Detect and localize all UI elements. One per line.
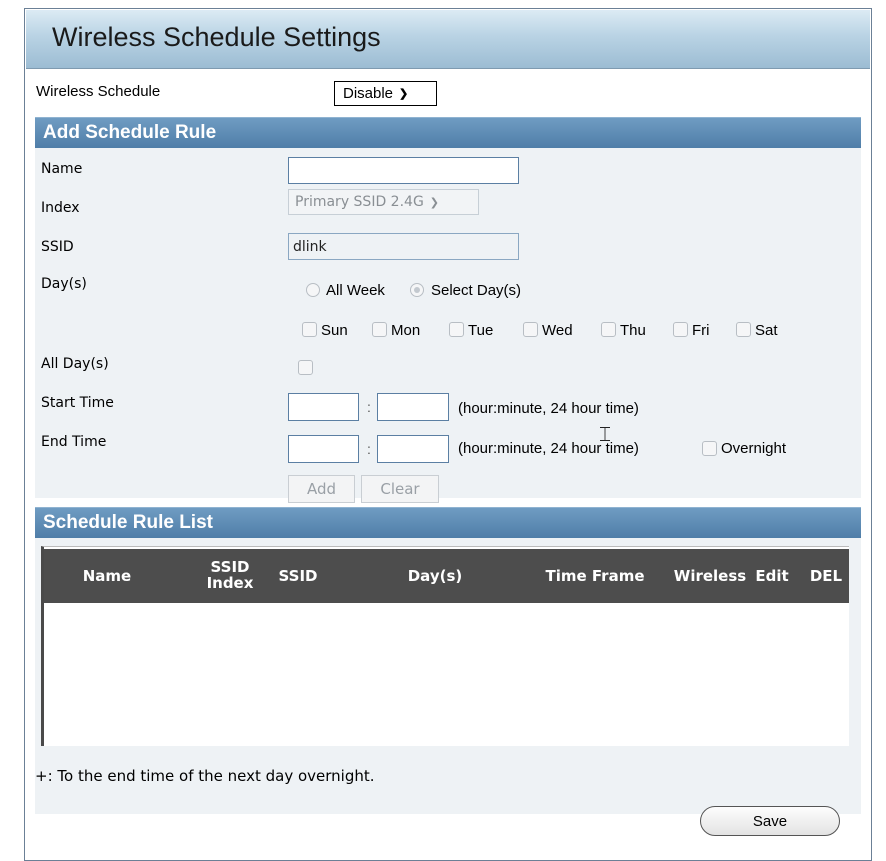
page-header: Wireless Schedule Settings xyxy=(26,10,870,69)
all-days-label: All Day(s) xyxy=(41,356,109,372)
rule-list-title: Schedule Rule List xyxy=(43,512,213,533)
day-wed-checkbox xyxy=(523,322,538,337)
chevron-down-icon: ❯ xyxy=(429,195,440,209)
ssid-label: SSID xyxy=(41,239,74,255)
index-select: Primary SSID 2.4G ❯ xyxy=(288,189,479,215)
end-time-label: End Time xyxy=(41,434,107,450)
day-mon-label: Mon xyxy=(391,322,421,339)
clear-button: Clear xyxy=(361,475,439,503)
col-name: Name xyxy=(82,567,132,585)
overnight-checkbox[interactable] xyxy=(702,441,717,456)
end-time-hint: (hour:minute, 24 hour time) xyxy=(458,440,639,457)
end-hour-input[interactable] xyxy=(288,435,359,463)
col-days: Day(s) xyxy=(407,567,463,585)
name-input[interactable] xyxy=(288,157,519,184)
all-week-radio xyxy=(306,283,320,297)
day-thu-checkbox xyxy=(601,322,616,337)
col-time-frame: Time Frame xyxy=(545,567,645,585)
day-thu-label: Thu xyxy=(620,322,646,339)
rule-table: Name SSID Index SSID Day(s) Time Frame W… xyxy=(41,546,849,746)
schedule-panel: Wireless Schedule Settings Wireless Sche… xyxy=(24,8,872,861)
wireless-schedule-select[interactable]: Disable ❯ xyxy=(334,81,437,106)
select-days-label: Select Day(s) xyxy=(431,282,522,299)
text-cursor-icon: ⌶ xyxy=(599,424,611,446)
day-fri-checkbox xyxy=(673,322,688,337)
end-minute-input[interactable] xyxy=(377,435,449,463)
all-days-checkbox xyxy=(298,360,313,375)
col-wireless: Wireless xyxy=(673,567,747,585)
add-rule-title: Add Schedule Rule xyxy=(43,122,217,143)
day-sun-label: Sun xyxy=(321,322,348,339)
ssid-input: dlink xyxy=(288,233,519,260)
day-tue-checkbox xyxy=(449,322,464,337)
days-label: Day(s) xyxy=(41,276,87,292)
col-del: DEL xyxy=(809,567,843,585)
day-wed-label: Wed xyxy=(542,322,573,339)
start-hour-input[interactable] xyxy=(288,393,359,421)
start-time-colon: : xyxy=(367,399,371,415)
overnight-label: Overnight xyxy=(721,440,787,457)
rule-list-header: Schedule Rule List xyxy=(35,507,861,538)
col-edit: Edit xyxy=(755,567,789,585)
start-time-label: Start Time xyxy=(41,395,114,411)
page-title: Wireless Schedule Settings xyxy=(52,22,381,52)
day-mon-checkbox xyxy=(372,322,387,337)
name-label: Name xyxy=(41,161,83,177)
all-week-label: All Week xyxy=(326,282,385,299)
col-ssid-index: SSID Index xyxy=(206,558,254,592)
start-time-hint: (hour:minute, 24 hour time) xyxy=(458,400,639,417)
day-sat-checkbox xyxy=(736,322,751,337)
day-sat-label: Sat xyxy=(755,322,778,339)
wireless-schedule-value: Disable xyxy=(343,85,394,102)
day-fri-label: Fri xyxy=(692,322,710,339)
add-button: Add xyxy=(288,475,355,503)
select-days-radio xyxy=(410,283,424,297)
day-sun-checkbox xyxy=(302,322,317,337)
add-rule-form: Name Index Primary SSID 2.4G ❯ SSID dlin… xyxy=(35,148,861,503)
end-time-colon: : xyxy=(367,441,371,457)
overnight-note: +: To the end time of the next day overn… xyxy=(35,767,375,785)
index-label: Index xyxy=(41,200,80,216)
rule-table-header: Name SSID Index SSID Day(s) Time Frame W… xyxy=(44,549,849,603)
index-value: Primary SSID 2.4G xyxy=(295,194,424,210)
rule-list-body: Name SSID Index SSID Day(s) Time Frame W… xyxy=(35,538,861,814)
col-ssid: SSID xyxy=(278,567,318,585)
chevron-down-icon: ❯ xyxy=(399,88,409,100)
add-rule-header: Add Schedule Rule xyxy=(35,117,861,148)
save-button[interactable]: Save xyxy=(700,806,840,836)
start-minute-input[interactable] xyxy=(377,393,449,421)
wireless-schedule-label: Wireless Schedule xyxy=(36,83,161,100)
day-tue-label: Tue xyxy=(468,322,494,339)
